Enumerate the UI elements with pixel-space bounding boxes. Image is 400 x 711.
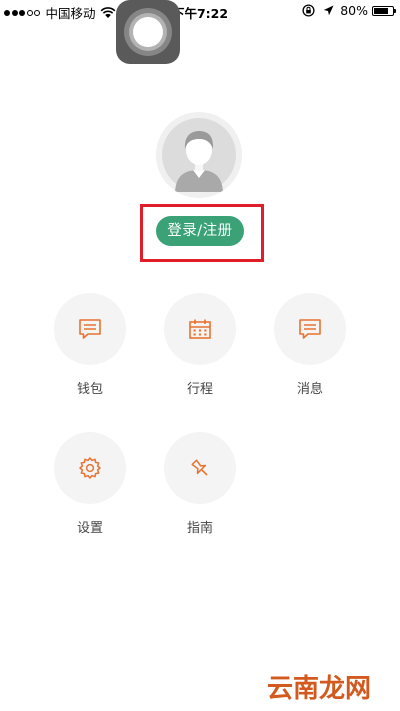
battery-level-fill [374, 7, 389, 14]
menu-item-guide[interactable]: 指南 [164, 432, 236, 536]
menu-item-wallet[interactable]: 钱包 [54, 293, 126, 397]
default-user-icon [156, 112, 242, 198]
pushpin-icon [191, 459, 208, 476]
assistive-touch-button[interactable] [116, 0, 180, 64]
login-register-button[interactable]: 登录/注册 [156, 216, 244, 246]
rotation-lock-icon [302, 4, 315, 17]
menu-label-settings: 设置 [76, 521, 103, 536]
menu-item-trips[interactable]: 行程 [164, 293, 236, 397]
status-bar: 中国移动 下午7:22 80% [0, 0, 400, 22]
watermark-text: 云南龙网 [267, 674, 371, 704]
battery-icon [372, 5, 396, 16]
menu-label-messages: 消息 [296, 382, 323, 397]
menu-label-wallet: 钱包 [76, 382, 103, 397]
gear-icon [79, 457, 101, 479]
menu-item-settings[interactable]: 设置 [54, 432, 126, 536]
menu-item-messages[interactable]: 消息 [274, 293, 346, 397]
chat-bubble-icon [299, 319, 321, 339]
calendar-icon [189, 319, 211, 339]
watermark-logo: 云南龙网 云南龙网 [266, 672, 372, 705]
menu-label-trips: 行程 [186, 382, 213, 397]
battery-percentage: 80% [340, 3, 368, 18]
menu-label-guide: 指南 [186, 521, 213, 536]
chat-bubble-icon [79, 319, 101, 339]
avatar[interactable] [156, 112, 242, 198]
location-arrow-icon [324, 5, 334, 16]
